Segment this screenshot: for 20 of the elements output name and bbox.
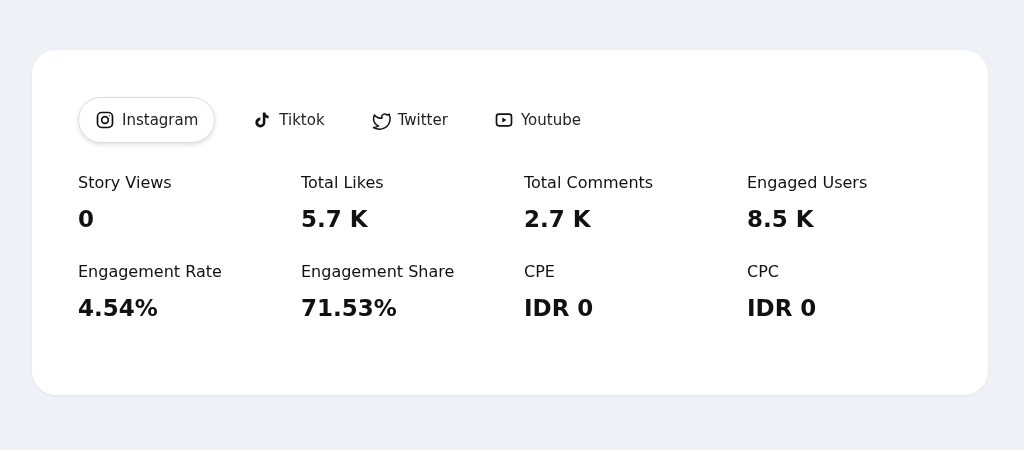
play-icon bbox=[493, 110, 514, 130]
metric-label: Total Comments bbox=[524, 173, 655, 192]
metric-value: 0 bbox=[78, 206, 95, 232]
metric-label: Engaged Users bbox=[747, 173, 869, 192]
metric-value: 4.54% bbox=[78, 295, 159, 321]
metric-value: 8.5 K bbox=[747, 206, 815, 232]
metric-label: Engagement Rate bbox=[78, 262, 223, 281]
platform-tab[interactable]: Instagram bbox=[78, 97, 216, 143]
metric-label: Total Likes bbox=[301, 173, 385, 192]
bird-icon bbox=[370, 110, 391, 130]
metric-label: Engagement Share bbox=[301, 262, 456, 281]
metric-value: 5.7 K bbox=[301, 206, 369, 232]
metric-label: CPE bbox=[524, 262, 556, 281]
metric-value: IDR 0 bbox=[747, 295, 818, 321]
metric-value: IDR 0 bbox=[524, 295, 595, 321]
metric-label: Story Views bbox=[78, 173, 173, 192]
metric-label: CPC bbox=[747, 262, 780, 281]
instagram-icon bbox=[95, 110, 115, 130]
metric-value: 71.53% bbox=[301, 295, 398, 321]
metric-value: 2.7 K bbox=[524, 206, 592, 232]
